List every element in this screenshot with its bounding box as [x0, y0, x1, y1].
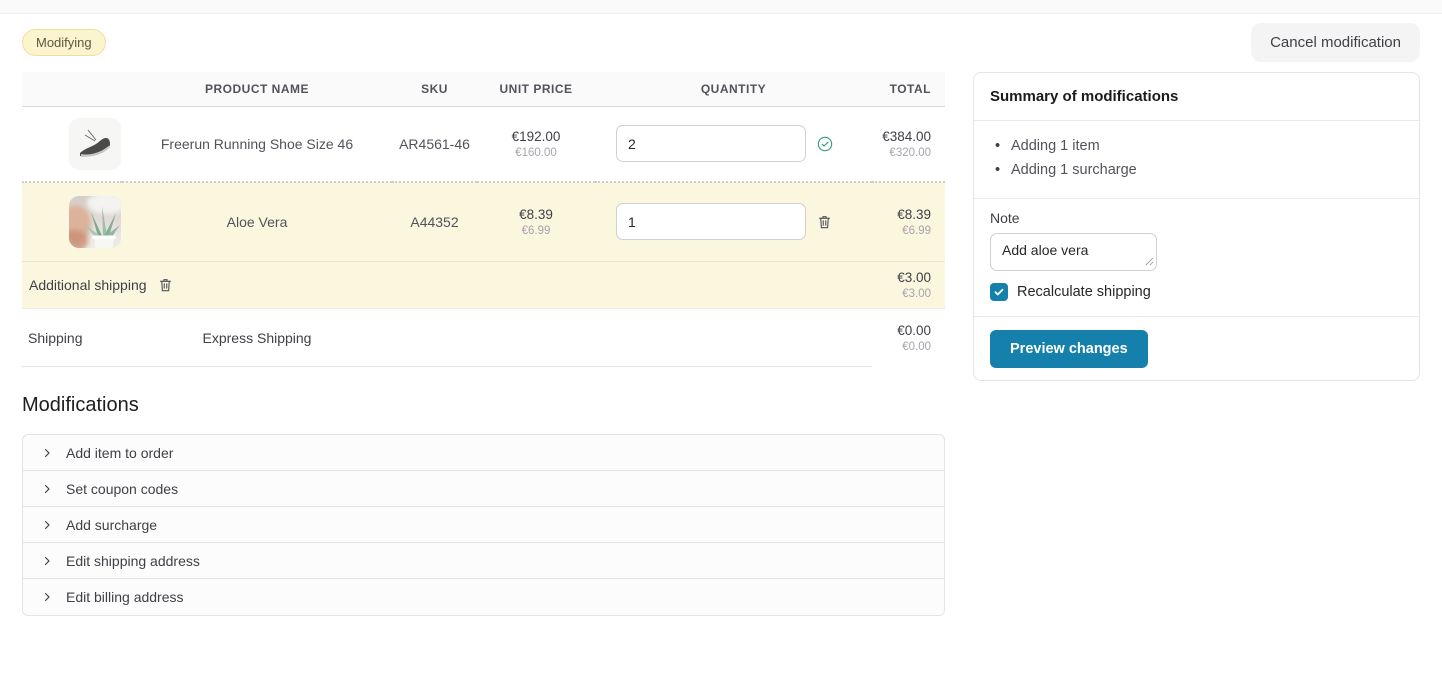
table-header-row: PRODUCT NAME SKU UNIT PRICE QUANTITY TOT…	[22, 72, 945, 107]
shipping-total: €0.00	[873, 323, 931, 338]
accordion-label: Edit shipping address	[66, 553, 200, 569]
chevron-right-icon	[41, 483, 53, 495]
unit-price: €8.39	[478, 207, 594, 222]
accordion-label: Add item to order	[66, 445, 173, 461]
table-row-surcharge: Additional shipping €3.00	[22, 262, 945, 309]
remove-item-button[interactable]	[817, 214, 832, 230]
top-toolbar-strip	[0, 0, 1442, 14]
line-total: €384.00	[873, 129, 931, 144]
trash-icon	[817, 214, 832, 230]
recalculate-checkbox[interactable]	[990, 283, 1008, 301]
quantity-input-aloe-vera[interactable]	[616, 203, 806, 240]
summary-list: Adding 1 item Adding 1 surcharge	[974, 121, 1419, 199]
chevron-right-icon	[41, 555, 53, 567]
chevron-right-icon	[41, 519, 53, 531]
main-content: PRODUCT NAME SKU UNIT PRICE QUANTITY TOT…	[0, 72, 1442, 616]
accordion-edit-shipping-address[interactable]: Edit shipping address	[23, 543, 944, 579]
recalculate-shipping-option[interactable]: Recalculate shipping	[990, 283, 1403, 301]
accordion-label: Add surcharge	[66, 517, 157, 533]
summary-item: Adding 1 surcharge	[994, 158, 1403, 182]
product-sku: AR4561-46	[392, 107, 477, 182]
accordion-coupon-codes[interactable]: Set coupon codes	[23, 471, 944, 507]
recalculate-label: Recalculate shipping	[1017, 284, 1151, 300]
line-total-net: €320.00	[873, 147, 931, 159]
product-name: Freerun Running Shoe Size 46	[122, 107, 392, 182]
unit-price-net: €6.99	[478, 225, 594, 237]
modifications-title: Modifications	[22, 394, 945, 417]
page-header: Modifying Cancel modification	[0, 22, 1442, 62]
order-panel: PRODUCT NAME SKU UNIT PRICE QUANTITY TOT…	[22, 72, 945, 616]
accordion-edit-billing-address[interactable]: Edit billing address	[23, 579, 944, 615]
product-image-shoe	[69, 118, 121, 170]
modifications-accordion: Add item to order Set coupon codes Add s…	[22, 434, 945, 616]
check-circle-icon	[817, 136, 833, 152]
line-total: €8.39	[873, 207, 931, 222]
preview-changes-button[interactable]: Preview changes	[990, 330, 1148, 368]
remove-surcharge-button[interactable]	[158, 277, 173, 293]
table-row-aloe-vera: Aloe Vera A44352 €8.39 €6.99	[22, 182, 945, 262]
product-image-aloe-vera	[69, 196, 121, 248]
status-badge: Modifying	[22, 29, 106, 56]
accordion-add-item[interactable]: Add item to order	[23, 435, 944, 471]
accordion-label: Set coupon codes	[66, 481, 178, 497]
shipping-method: Express Shipping	[122, 309, 392, 367]
summary-title: Summary of modifications	[974, 73, 1419, 121]
table-row-shoe: Freerun Running Shoe Size 46 AR4561-46 €…	[22, 107, 945, 182]
column-quantity: QUANTITY	[595, 72, 872, 107]
summary-card: Summary of modifications Adding 1 item A…	[973, 72, 1420, 381]
shipping-label: Shipping	[22, 309, 122, 367]
table-row-shipping: Shipping Express Shipping €0.00 €0.00	[22, 309, 945, 367]
chevron-right-icon	[41, 447, 53, 459]
order-items-table: PRODUCT NAME SKU UNIT PRICE QUANTITY TOT…	[22, 72, 945, 367]
column-product-name: PRODUCT NAME	[122, 72, 392, 107]
surcharge-total: €3.00	[873, 270, 931, 285]
surcharge-label: Additional shipping	[29, 277, 147, 293]
product-name: Aloe Vera	[122, 182, 392, 262]
column-total: TOTAL	[872, 72, 945, 107]
chevron-right-icon	[41, 591, 53, 603]
trash-icon	[158, 277, 173, 293]
unit-price: €192.00	[478, 129, 594, 144]
accordion-label: Edit billing address	[66, 589, 184, 605]
column-sku: SKU	[392, 72, 477, 107]
unit-price-net: €160.00	[478, 147, 594, 159]
quantity-input-shoe[interactable]	[616, 125, 806, 162]
note-section: Note Add aloe vera Recalculate shipping	[974, 199, 1419, 317]
shipping-total-net: €0.00	[873, 341, 931, 353]
line-total-net: €6.99	[873, 225, 931, 237]
product-sku: A44352	[392, 182, 477, 262]
accordion-add-surcharge[interactable]: Add surcharge	[23, 507, 944, 543]
note-label: Note	[990, 210, 1403, 226]
summary-item: Adding 1 item	[994, 134, 1403, 158]
surcharge-total-net: €3.00	[873, 288, 931, 300]
note-input[interactable]: Add aloe vera	[990, 233, 1157, 271]
column-image	[22, 72, 122, 107]
column-unit-price: UNIT PRICE	[477, 72, 595, 107]
cancel-modification-button[interactable]: Cancel modification	[1251, 23, 1420, 62]
